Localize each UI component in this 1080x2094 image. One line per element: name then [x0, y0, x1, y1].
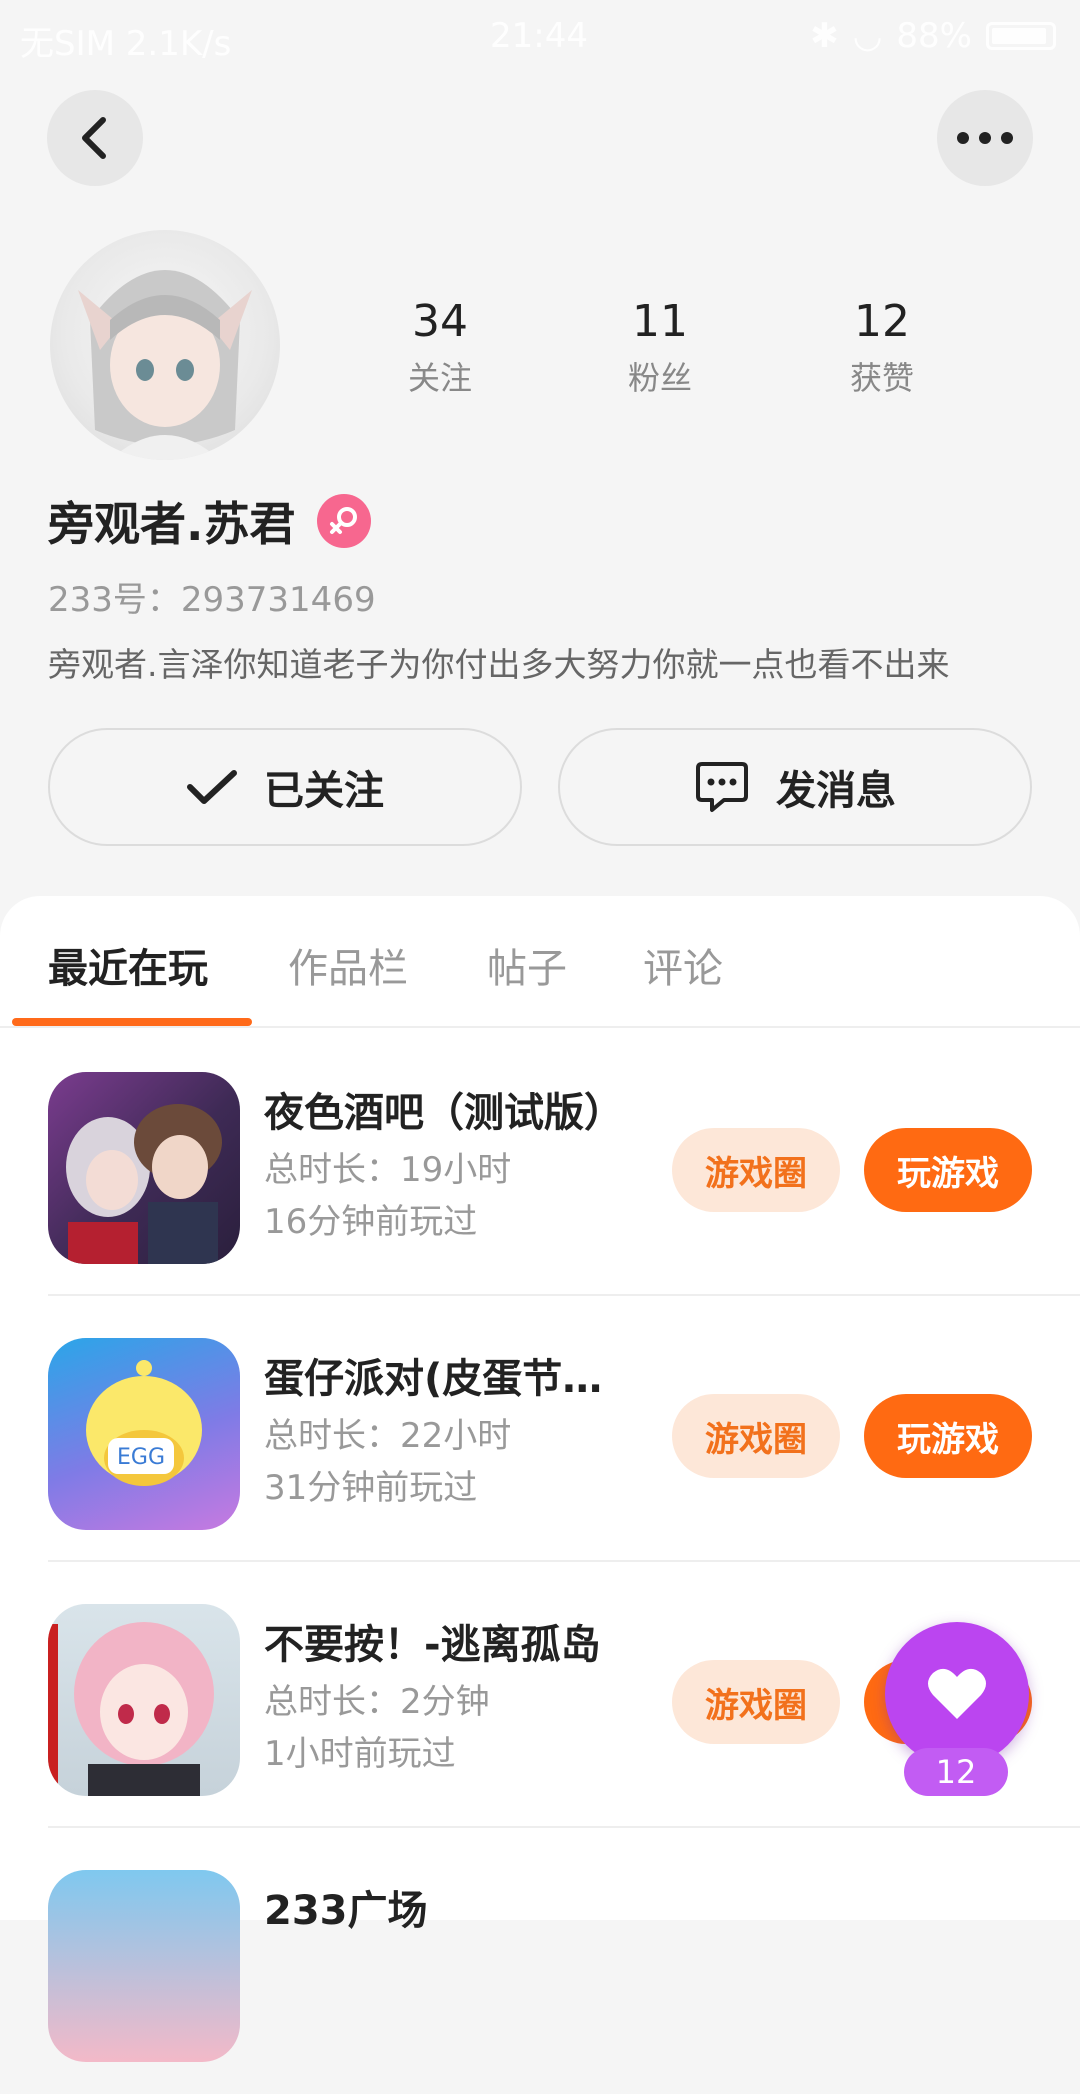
- tab-bar: 最近在玩 作品栏 帖子 评论: [0, 896, 1080, 1028]
- heart-icon: [928, 1668, 986, 1719]
- back-button[interactable]: [47, 90, 143, 186]
- avatar[interactable]: [50, 230, 280, 460]
- game-icon: [48, 1072, 240, 1264]
- more-button[interactable]: [937, 90, 1033, 186]
- status-right: ✱ ◡ 88%: [810, 16, 1056, 56]
- stat-fans-label: 粉丝: [627, 359, 692, 397]
- game-icon: EGG: [48, 1338, 240, 1530]
- bluetooth-icon: ✱: [810, 16, 839, 56]
- game-circle-button[interactable]: 游戏圈: [672, 1660, 840, 1744]
- game-duration: 总时长：2分钟: [264, 1682, 490, 1722]
- stat-likes[interactable]: 12 获赞: [802, 296, 962, 399]
- battery-percent: 88%: [896, 16, 972, 56]
- stat-likes-value: 12: [854, 296, 910, 347]
- game-title: 夜色酒吧（测试版）: [264, 1090, 624, 1136]
- active-tab-indicator: [12, 1018, 252, 1026]
- svg-text:EGG: EGG: [117, 1445, 165, 1470]
- chat-bubble-icon: [696, 762, 748, 812]
- tab-works[interactable]: 作品栏: [288, 936, 408, 994]
- followed-button[interactable]: 已关注: [48, 728, 522, 846]
- play-game-button[interactable]: 玩游戏: [864, 1394, 1032, 1478]
- tab-posts[interactable]: 帖子: [487, 936, 567, 994]
- user-id: 233号：293731469: [48, 580, 376, 620]
- wifi-icon: ◡: [852, 16, 883, 56]
- stat-fans[interactable]: 11 粉丝: [580, 296, 740, 399]
- tab-comments[interactable]: 评论: [643, 936, 723, 994]
- status-network: 无SIM 2.1K/s: [20, 24, 232, 64]
- game-title: 233广场: [264, 1888, 428, 1934]
- like-button[interactable]: [885, 1622, 1029, 1766]
- game-circle-button[interactable]: 游戏圈: [672, 1394, 840, 1478]
- status-time: 21:44: [490, 16, 588, 56]
- game-icon: [48, 1604, 240, 1796]
- game-row[interactable]: 233广场: [0, 1828, 1080, 2094]
- stat-following-value: 34: [412, 296, 468, 347]
- stat-fans-value: 11: [632, 296, 688, 347]
- stat-following-label: 关注: [407, 359, 472, 397]
- username-row: 旁观者.苏君: [48, 488, 372, 554]
- game-last-played: 31分钟前玩过: [264, 1468, 478, 1508]
- game-last-played: 1小时前玩过: [264, 1734, 456, 1774]
- tab-recently-played[interactable]: 最近在玩: [48, 936, 208, 994]
- send-message-button[interactable]: 发消息: [558, 728, 1032, 846]
- send-message-label: 发消息: [776, 768, 896, 814]
- game-title: 不要按！-逃离孤岛: [264, 1622, 601, 1668]
- like-count: 12: [904, 1748, 1008, 1796]
- game-row[interactable]: 夜色酒吧（测试版） 总时长：19小时 16分钟前玩过 游戏圈 玩游戏: [0, 1030, 1080, 1296]
- stat-likes-label: 获赞: [849, 359, 914, 397]
- more-dots-icon: [957, 132, 1013, 144]
- user-bio: 旁观者.言泽你知道老子为你付出多大努力你就一点也看不出来: [48, 645, 950, 684]
- chevron-left-icon: [82, 117, 106, 159]
- game-icon: [48, 1870, 240, 2062]
- game-duration: 总时长：22小时: [264, 1416, 512, 1456]
- avatar-image: [70, 270, 252, 460]
- game-row[interactable]: EGG 蛋仔派对(皮蛋节… 总时长：22小时 31分钟前玩过 游戏圈 玩游戏: [0, 1296, 1080, 1562]
- followed-label: 已关注: [264, 768, 384, 814]
- username: 旁观者.苏君: [48, 497, 296, 551]
- play-game-button[interactable]: 玩游戏: [864, 1128, 1032, 1212]
- checkmark-icon: [187, 770, 237, 804]
- game-title: 蛋仔派对(皮蛋节…: [264, 1356, 603, 1402]
- female-gender-icon: [317, 494, 372, 548]
- game-circle-button[interactable]: 游戏圈: [672, 1128, 840, 1212]
- stat-following[interactable]: 34 关注: [360, 296, 520, 399]
- battery-icon: [986, 22, 1056, 50]
- game-last-played: 16分钟前玩过: [264, 1202, 478, 1242]
- game-duration: 总时长：19小时: [264, 1150, 512, 1190]
- status-bar: 无SIM 2.1K/s 21:44 ✱ ◡ 88%: [0, 0, 1080, 75]
